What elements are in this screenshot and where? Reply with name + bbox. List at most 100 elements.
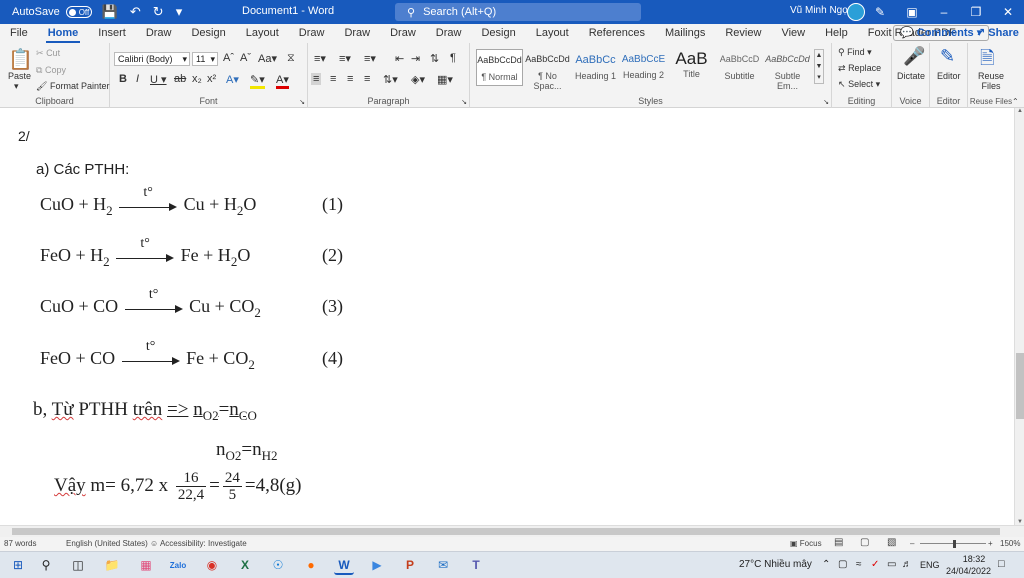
reuse-files-button[interactable]: Reuse Files	[974, 71, 1008, 91]
word-icon[interactable]: W	[334, 556, 354, 575]
zoom-in-icon[interactable]: +	[988, 539, 993, 548]
style-title[interactable]: AaB Title	[668, 49, 715, 86]
collapse-ribbon-icon[interactable]: ⌃	[1012, 97, 1019, 106]
paste-button[interactable]: Paste	[8, 71, 31, 81]
minimize-icon[interactable]: –	[928, 5, 960, 19]
bullets-icon[interactable]: ≡▾	[314, 52, 326, 65]
horizontal-scrollbar[interactable]	[0, 525, 1024, 537]
tab-design-2[interactable]: Design	[471, 24, 525, 43]
paste-dropdown-icon[interactable]: ▾	[14, 81, 19, 92]
tab-mailings[interactable]: Mailings	[655, 24, 715, 43]
show-marks-icon[interactable]: ¶	[450, 52, 456, 64]
wifi-icon[interactable]: ≈	[856, 559, 862, 570]
microphone-icon[interactable]: 🎤	[903, 46, 925, 67]
pen-icon[interactable]: ✎	[864, 5, 896, 19]
font-color-icon[interactable]: A▾	[276, 73, 289, 89]
avatar[interactable]	[847, 3, 865, 21]
clock-date[interactable]: 24/04/2022	[946, 566, 991, 576]
justify-icon[interactable]: ≡	[364, 73, 370, 85]
restore-icon[interactable]: ❐	[960, 5, 992, 19]
editor-button[interactable]: Editor	[937, 71, 961, 81]
network-icon[interactable]: ▢	[838, 559, 847, 570]
tab-layout[interactable]: Layout	[236, 24, 289, 43]
align-left-icon[interactable]: ≡	[311, 73, 322, 85]
tab-review[interactable]: Review	[715, 24, 771, 43]
borders-icon[interactable]: ▦▾	[437, 73, 453, 86]
powerpoint-icon[interactable]: P	[400, 556, 420, 575]
volume-icon[interactable]: ♬	[902, 559, 912, 570]
increase-indent-icon[interactable]: ⇥	[411, 52, 420, 65]
tab-layout-2[interactable]: Layout	[526, 24, 579, 43]
tab-draw-2[interactable]: Draw	[289, 24, 335, 43]
paragraph-dialog-launcher-icon[interactable]: ↘	[461, 98, 467, 106]
scroll-thumb[interactable]	[1016, 353, 1024, 419]
ribbon-display-icon[interactable]: ▣	[896, 5, 928, 19]
battery-icon[interactable]: ▭	[887, 559, 896, 570]
zoom-slider-thumb[interactable]	[953, 540, 956, 548]
word-count[interactable]: 87 words	[4, 539, 36, 548]
close-icon[interactable]: ✕	[992, 5, 1024, 19]
task-view-icon[interactable]: ◫	[68, 556, 88, 575]
read-mode-icon[interactable]: ▤	[834, 537, 843, 548]
tab-draw-3[interactable]: Draw	[334, 24, 380, 43]
clear-formatting-icon[interactable]: ⧖	[287, 52, 295, 65]
chrome-icon[interactable]: ◉	[202, 556, 222, 575]
antivirus-icon[interactable]: ✓	[871, 559, 879, 570]
zoom-level[interactable]: 150%	[1000, 539, 1020, 548]
comments-button[interactable]: 💬 Comments ▾	[893, 25, 990, 41]
numbering-icon[interactable]: ≡▾	[339, 52, 351, 65]
editor-icon[interactable]: ✎	[940, 46, 955, 67]
language-status[interactable]: English (United States)	[66, 539, 148, 548]
tab-design[interactable]: Design	[181, 24, 235, 43]
bold-icon[interactable]: B	[119, 73, 127, 85]
web-layout-icon[interactable]: ▧	[887, 537, 896, 548]
weather-status[interactable]: 27°C Nhiều mây	[739, 559, 812, 570]
edge-icon[interactable]: ☉	[268, 556, 288, 575]
notifications-icon[interactable]: □	[998, 558, 1005, 570]
decrease-indent-icon[interactable]: ⇤	[395, 52, 404, 65]
print-layout-icon[interactable]: ▢	[860, 537, 869, 548]
align-center-icon[interactable]: ≡	[330, 73, 336, 85]
multilevel-list-icon[interactable]: ≡▾	[364, 52, 376, 65]
style-subtle-emphasis[interactable]: AaBbCcDd Subtle Em...	[764, 49, 811, 91]
tab-insert[interactable]: Insert	[88, 24, 136, 43]
grow-font-icon[interactable]: Aˆ	[223, 52, 234, 64]
windows-start-icon[interactable]: ⊞	[8, 556, 28, 575]
meet-icon[interactable]: ▶	[367, 556, 387, 575]
cut-button[interactable]: ✂ Cut	[36, 48, 60, 59]
teams-icon[interactable]: T	[466, 556, 486, 575]
font-size-select[interactable]: 11 ▾	[192, 52, 218, 66]
select-button[interactable]: ↖ Select ▾	[838, 79, 880, 90]
file-explorer-icon[interactable]: 📁	[102, 556, 122, 575]
tray-expand-icon[interactable]: ⌃	[822, 559, 830, 570]
save-icon[interactable]: 💾	[102, 4, 118, 20]
superscript-icon[interactable]: x²	[207, 73, 216, 85]
excel-icon[interactable]: X	[235, 556, 255, 575]
italic-icon[interactable]: I	[136, 73, 139, 85]
accessibility-status[interactable]: ☺ Accessibility: Investigate	[150, 539, 247, 548]
align-right-icon[interactable]: ≡	[347, 73, 353, 85]
font-dialog-launcher-icon[interactable]: ↘	[299, 98, 305, 106]
redo-icon[interactable]: ↻	[153, 4, 164, 20]
zoom-out-icon[interactable]: –	[910, 539, 914, 548]
strikethrough-icon[interactable]: ab	[174, 73, 186, 85]
customize-qat-icon[interactable]: ▾	[176, 4, 183, 20]
share-button[interactable]: ↗ Share	[976, 26, 1019, 39]
highlight-icon[interactable]: ✎▾	[250, 73, 265, 89]
find-button[interactable]: ⚲ Find ▾	[838, 47, 872, 58]
tab-references[interactable]: References	[579, 24, 655, 43]
app-icon[interactable]: ▦	[136, 556, 156, 575]
input-language[interactable]: ENG	[920, 560, 940, 570]
line-spacing-icon[interactable]: ⇅▾	[383, 73, 398, 86]
tab-help[interactable]: Help	[815, 24, 858, 43]
tab-draw-5[interactable]: Draw	[426, 24, 472, 43]
search-box[interactable]: ⚲ Search (Alt+Q)	[395, 3, 641, 21]
format-painter-button[interactable]: 🖌 Format Painter	[36, 81, 109, 92]
vertical-scrollbar[interactable]: ▲ ▼	[1014, 108, 1024, 525]
font-family-select[interactable]: Calibri (Body) ▾	[114, 52, 190, 66]
styles-scroll-icon[interactable]: ▲ ▼ ▾	[814, 49, 824, 84]
replace-button[interactable]: ⇄ Replace	[838, 63, 881, 74]
user-name[interactable]: Vũ Minh Ngọc	[790, 5, 853, 16]
shading-icon[interactable]: ◈▾	[411, 73, 425, 86]
tab-file[interactable]: File	[0, 24, 38, 43]
